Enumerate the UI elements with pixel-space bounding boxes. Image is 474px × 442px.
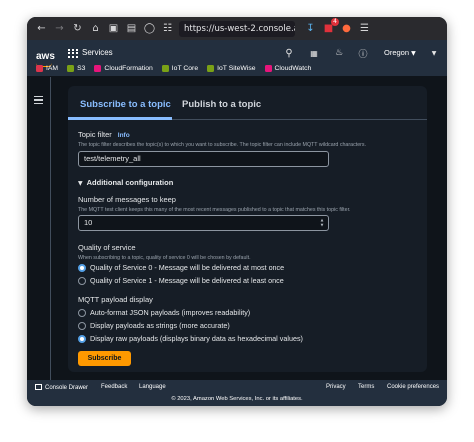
tab-bar: Subscribe to a topic Publish to a topic	[68, 86, 427, 120]
services-menu[interactable]: Services	[82, 48, 113, 57]
favorite-label: CloudFormation	[104, 65, 153, 72]
radio-unselected-icon[interactable]	[78, 308, 86, 317]
iam-icon	[36, 65, 43, 72]
browser-toolbar: ← → ↻ ⌂ ▣ ▤ ◯ ☷ https://us-west-2.consol…	[27, 17, 447, 40]
tab-icon[interactable]: ▣	[106, 21, 121, 36]
extension-badge: 4	[331, 18, 339, 26]
url-bar[interactable]: https://us-west-2.console.aws	[179, 20, 295, 37]
topic-filter-label-text: Topic filter	[78, 130, 112, 139]
favorite-label: IoT SiteWise	[217, 65, 256, 72]
payload-string-option[interactable]: Display payloads as strings (more accura…	[78, 321, 230, 330]
payload-json-label: Auto-format JSON payloads (improves read…	[90, 308, 251, 317]
payload-raw-label: Display raw payloads (displays binary da…	[90, 334, 303, 343]
menu-icon[interactable]: ☰	[357, 21, 372, 36]
favorite-iot-sitewise[interactable]: IoT SiteWise	[207, 65, 256, 72]
favorite-label: IoT Core	[171, 65, 199, 72]
payload-raw-option[interactable]: Display raw payloads (displays binary da…	[78, 334, 303, 343]
favorite-label: S3	[77, 65, 86, 72]
picture-icon[interactable]: ▤	[124, 21, 139, 36]
qos-1-label: Quality of Service 1 - Message will be d…	[90, 276, 284, 285]
radio-selected-icon[interactable]	[78, 263, 86, 272]
services-grid-icon[interactable]	[68, 49, 78, 58]
language-link[interactable]: Language	[139, 384, 166, 394]
topic-filter-description: The topic filter describes the topic(s) …	[78, 142, 367, 148]
iot-core-icon	[161, 65, 169, 72]
console-drawer-button[interactable]: Console Drawer	[35, 384, 88, 394]
favorites-bar: IAM S3 CloudFormation IoT Core IoT SiteW…	[27, 60, 447, 77]
hamburger-menu-icon[interactable]	[34, 96, 43, 104]
iot-sitewise-icon	[207, 65, 215, 72]
cloudshell-icon[interactable]: ▦	[307, 46, 321, 60]
info-link[interactable]: Info	[118, 132, 130, 139]
copyright-text: © 2023, Amazon Web Services, Inc. or its…	[171, 396, 303, 402]
forward-icon[interactable]: →	[52, 21, 67, 36]
reload-icon[interactable]: ↻	[70, 21, 85, 36]
aws-top-navigation: aws Services ⚲ ▦ ♨ ⓘ Oregon ▼ ▼ IAM S3 C…	[27, 40, 447, 76]
console-drawer-label: Console Drawer	[45, 385, 89, 391]
additional-configuration-toggle[interactable]: ▼ Additional configuration	[78, 178, 173, 187]
radio-unselected-icon[interactable]	[78, 276, 86, 285]
payload-json-option[interactable]: Auto-format JSON payloads (improves read…	[78, 308, 250, 317]
privacy-link[interactable]: Privacy	[326, 384, 346, 394]
radio-unselected-icon[interactable]	[78, 321, 86, 330]
side-divider	[50, 77, 51, 380]
additional-configuration-label: Additional configuration	[86, 178, 174, 187]
back-icon[interactable]: ←	[34, 21, 49, 36]
qos-1-option[interactable]: Quality of Service 1 - Message will be d…	[78, 276, 284, 285]
cloudwatch-icon	[264, 65, 272, 72]
extension-icon[interactable]: ■ 4	[321, 18, 339, 36]
active-tab-indicator	[68, 117, 172, 120]
drawer-icon	[35, 384, 42, 390]
tab-publish[interactable]: Publish to a topic	[182, 99, 261, 110]
radio-selected-icon[interactable]	[78, 334, 86, 343]
container-icon[interactable]: ☷	[160, 21, 175, 36]
account-caret-icon[interactable]: ▼	[429, 46, 439, 60]
browser-window: ← → ↻ ⌂ ▣ ▤ ◯ ☷ https://us-west-2.consol…	[27, 17, 447, 406]
favorite-cloudwatch[interactable]: CloudWatch	[264, 65, 312, 72]
chevron-down-icon: ▼	[411, 50, 416, 57]
cloudformation-icon	[94, 65, 102, 72]
favorite-iot-core[interactable]: IoT Core	[161, 65, 199, 72]
messages-to-keep-value: 10	[84, 218, 93, 227]
caret-down-icon: ▼	[78, 180, 83, 187]
search-icon[interactable]: ⚲	[282, 46, 296, 60]
mqtt-test-client-panel: Subscribe to a topic Publish to a topic …	[68, 86, 427, 372]
region-label: Oregon	[384, 48, 410, 57]
tab-subscribe[interactable]: Subscribe to a topic	[80, 99, 171, 110]
s3-icon	[67, 65, 75, 72]
qos-0-option[interactable]: Quality of Service 0 - Message will be d…	[78, 263, 284, 272]
subscribe-button[interactable]: Subscribe	[78, 351, 131, 366]
messages-to-keep-label: Number of messages to keep	[78, 195, 176, 204]
cookie-preferences-link[interactable]: Cookie preferences	[387, 384, 439, 394]
stepper-icon[interactable]: ▲ ▼	[319, 218, 325, 228]
payload-string-label: Display payloads as strings (more accura…	[90, 321, 230, 330]
bell-icon[interactable]: ♨	[332, 46, 346, 60]
topic-filter-input[interactable]: test/telemetry_all	[78, 151, 329, 167]
qos-label: Quality of service	[78, 243, 136, 252]
favorite-label: IAM	[46, 65, 59, 72]
topic-filter-label: Topic filter Info	[78, 130, 130, 139]
help-icon[interactable]: ⓘ	[356, 46, 370, 60]
messages-to-keep-input[interactable]: 10 ▲ ▼	[78, 215, 329, 231]
payload-display-label: MQTT payload display	[78, 295, 153, 304]
download-icon[interactable]: ↧	[303, 21, 318, 36]
qos-description: When subscribing to a topic, quality of …	[78, 255, 251, 261]
terms-link[interactable]: Terms	[358, 384, 374, 394]
qos-0-label: Quality of Service 0 - Message will be d…	[90, 263, 285, 272]
favorite-s3[interactable]: S3	[67, 65, 85, 72]
home-icon[interactable]: ⌂	[88, 21, 103, 36]
messages-to-keep-description: The MQTT test client keeps this many of …	[78, 207, 351, 213]
favorite-label: CloudWatch	[274, 65, 312, 72]
region-selector[interactable]: Oregon ▼	[384, 48, 416, 57]
feedback-link[interactable]: Feedback	[101, 384, 127, 394]
console-content: Subscribe to a topic Publish to a topic …	[27, 77, 447, 380]
favorite-iam[interactable]: IAM	[36, 65, 58, 72]
shield-icon[interactable]: ◯	[142, 21, 157, 36]
sync-icon[interactable]: ●	[339, 21, 354, 36]
favorite-cloudformation[interactable]: CloudFormation	[94, 65, 153, 72]
console-footer: Console Drawer Feedback Language Privacy…	[27, 380, 447, 406]
